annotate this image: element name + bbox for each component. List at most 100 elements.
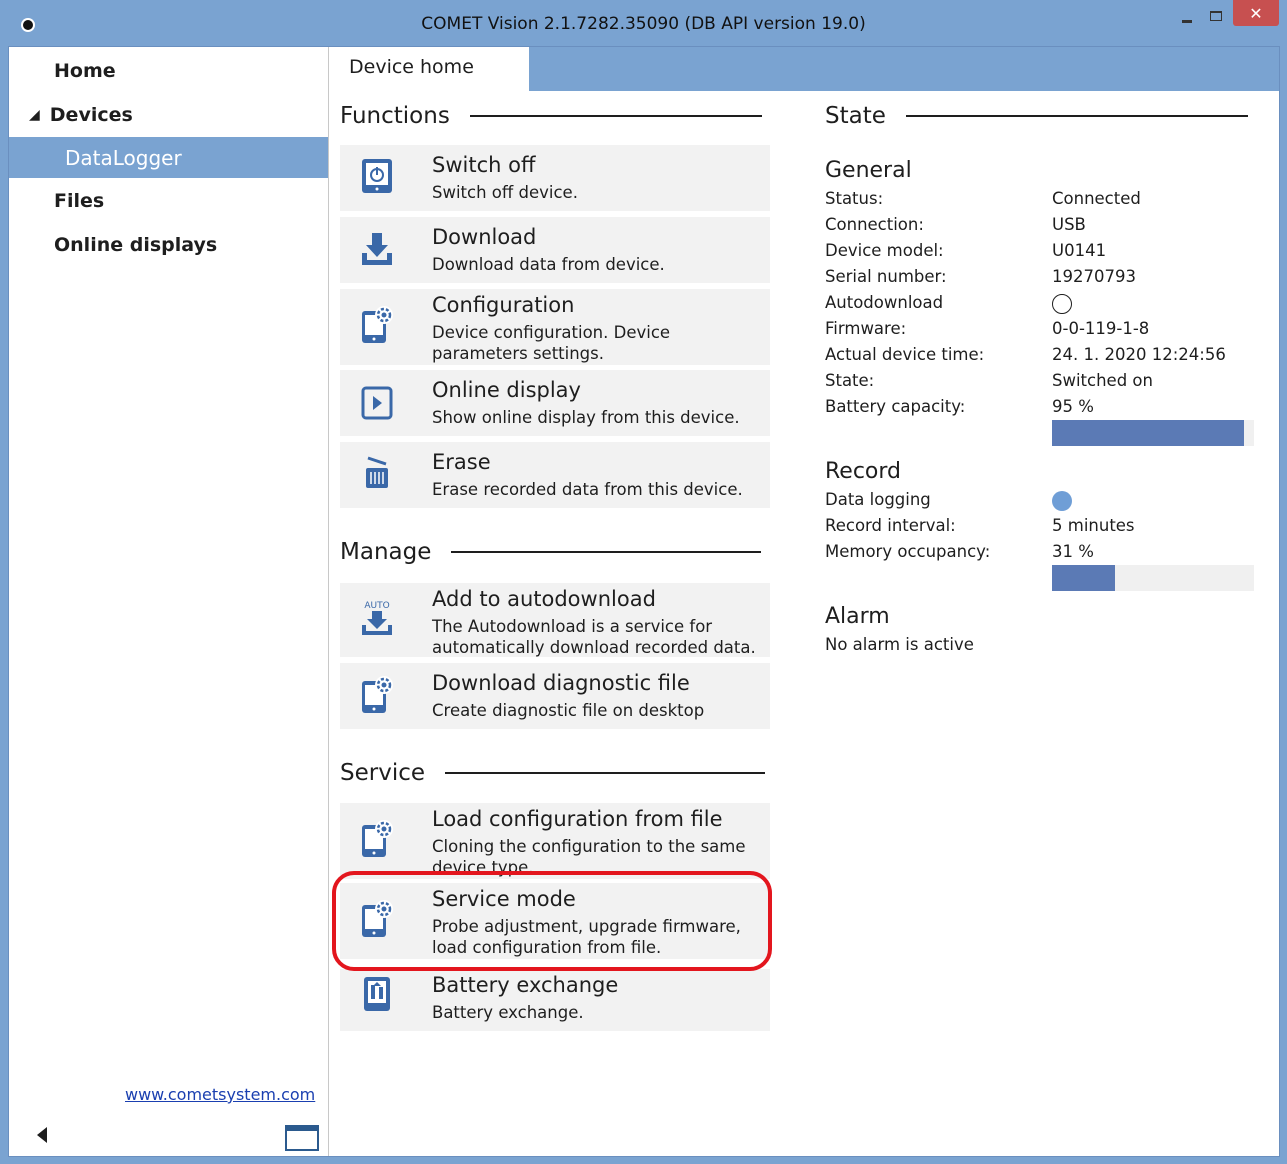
status-label: Status:: [825, 189, 884, 208]
device-config-icon: [362, 676, 393, 713]
functions-heading: Functions: [340, 103, 762, 129]
download-icon: [362, 233, 392, 265]
section-title: Service: [340, 760, 426, 786]
section-rule: [469, 115, 762, 117]
item-title: Configuration: [432, 293, 575, 317]
service-mode-highlight: [332, 871, 772, 971]
sidebar-item-datalogger[interactable]: DataLogger: [9, 137, 328, 178]
power-icon: [362, 159, 392, 193]
switch-off-button[interactable]: Switch off Switch off device.: [340, 145, 770, 211]
autodownload-indicator: [1052, 294, 1072, 314]
item-title: Online display: [432, 378, 581, 402]
device-config-icon: [362, 306, 393, 343]
alarm-status: No alarm is active: [825, 635, 974, 654]
item-description: Battery exchange.: [432, 1003, 584, 1022]
item-description: Switch off device.: [432, 183, 578, 202]
title-bar[interactable]: COMET Vision 2.1.7282.35090 (DB API vers…: [0, 0, 1287, 46]
maximize-icon: [1210, 11, 1222, 21]
play-icon: [361, 386, 393, 420]
battery-bar-fill: [1052, 420, 1244, 446]
battery-exchange-button[interactable]: Battery exchange Battery exchange.: [340, 969, 770, 1031]
panel-toggle-icon[interactable]: [285, 1125, 319, 1151]
expand-triangle-icon[interactable]: ◢: [29, 107, 40, 123]
item-title: Battery exchange: [432, 973, 619, 997]
item-title: Add to autodownload: [432, 587, 656, 611]
sidebar-item-label: Home: [54, 60, 116, 82]
sidebar-item-label: Devices: [49, 104, 133, 126]
general-heading: General: [825, 158, 912, 183]
section-rule: [445, 772, 766, 774]
record-heading: Record: [825, 459, 902, 484]
connection-value: USB: [1052, 215, 1086, 234]
sidebar-item-devices[interactable]: ◢ Devices: [9, 95, 328, 135]
client-area: Home ◢ Devices DataLogger Files Online d…: [8, 46, 1280, 1157]
trash-icon: [366, 456, 388, 488]
configuration-button[interactable]: Configuration Device configuration. Devi…: [340, 289, 770, 365]
sidebar-item-label: DataLogger: [65, 145, 182, 170]
memory-bar-fill: [1052, 565, 1115, 591]
section-rule: [451, 551, 762, 553]
tab-bar: Device home: [329, 47, 1279, 91]
state-heading: State: [825, 103, 1248, 129]
manage-heading: Manage: [340, 539, 762, 565]
sidebar-item-label: Files: [54, 190, 105, 212]
app-window: COMET Vision 2.1.7282.35090 (DB API vers…: [0, 0, 1287, 1164]
download-diagnostic-file-button[interactable]: Download diagnostic file Create diagnost…: [340, 663, 770, 729]
battery-bar: [1052, 420, 1254, 446]
autodownload-icon: AUTO: [362, 601, 392, 635]
state-value: Switched on: [1052, 371, 1153, 390]
sidebar-item-label: Online displays: [54, 234, 218, 256]
collapse-arrow-icon[interactable]: [37, 1127, 47, 1143]
item-title: Download diagnostic file: [432, 671, 690, 695]
autodownload-label: Autodownload: [825, 293, 944, 312]
download-button[interactable]: Download Download data from device.: [340, 217, 770, 283]
device-time-label: Actual device time:: [825, 345, 985, 364]
add-to-autodownload-button[interactable]: AUTO Add to autodownload The Autodownloa…: [340, 583, 770, 657]
item-title: Load configuration from file: [432, 807, 723, 831]
erase-button[interactable]: Erase Erase recorded data from this devi…: [340, 442, 770, 508]
item-title: Erase: [432, 450, 491, 474]
alarm-heading: Alarm: [825, 604, 890, 629]
firmware-value: 0-0-119-1-8: [1052, 319, 1150, 338]
sidebar-item-online-displays[interactable]: Online displays: [9, 225, 328, 265]
sidebar-item-home[interactable]: Home: [9, 51, 328, 91]
serial-number-value: 19270793: [1052, 267, 1136, 286]
device-config-icon: [362, 820, 393, 857]
svg-text:AUTO: AUTO: [364, 601, 389, 611]
item-description: Show online display from this device.: [432, 408, 740, 427]
firmware-label: Firmware:: [825, 319, 907, 338]
website-link[interactable]: www.cometsystem.com: [125, 1085, 315, 1104]
section-rule: [905, 115, 1248, 117]
connection-label: Connection:: [825, 215, 924, 234]
section-title: Functions: [340, 103, 450, 129]
sidebar-item-files[interactable]: Files: [9, 181, 328, 221]
close-button[interactable]: ✕: [1233, 0, 1279, 26]
sidebar: Home ◢ Devices DataLogger Files Online d…: [9, 47, 329, 1156]
item-description: Create diagnostic file on desktop: [432, 701, 705, 720]
minimize-icon: [1182, 19, 1192, 23]
data-logging-label: Data logging: [825, 490, 931, 509]
item-description: Erase recorded data from this device.: [432, 480, 743, 499]
device-model-label: Device model:: [825, 241, 944, 260]
section-title: State: [825, 103, 886, 129]
serial-number-label: Serial number:: [825, 267, 947, 286]
tab-device-home[interactable]: Device home: [329, 47, 529, 91]
memory-bar: [1052, 565, 1254, 591]
battery-value: 95 %: [1052, 397, 1094, 416]
online-display-button[interactable]: Online display Show online display from …: [340, 370, 770, 436]
status-value: Connected: [1052, 189, 1141, 208]
state-label: State:: [825, 371, 875, 390]
battery-label: Battery capacity:: [825, 397, 966, 416]
item-description: Device configuration. Device parameters …: [432, 323, 671, 363]
memory-occupancy-value: 31 %: [1052, 542, 1094, 561]
memory-occupancy-label: Memory occupancy:: [825, 542, 991, 561]
item-description: The Autodownload is a service for automa…: [432, 617, 756, 657]
maximize-button[interactable]: [1203, 0, 1229, 32]
service-heading: Service: [340, 760, 766, 786]
load-configuration-button[interactable]: Load configuration from file Cloning the…: [340, 803, 770, 879]
device-time-value: 24. 1. 2020 12:24:56: [1052, 345, 1226, 364]
item-title: Download: [432, 225, 537, 249]
record-interval-value: 5 minutes: [1052, 516, 1135, 535]
section-title: Manage: [340, 539, 432, 565]
minimize-button[interactable]: [1174, 0, 1200, 32]
